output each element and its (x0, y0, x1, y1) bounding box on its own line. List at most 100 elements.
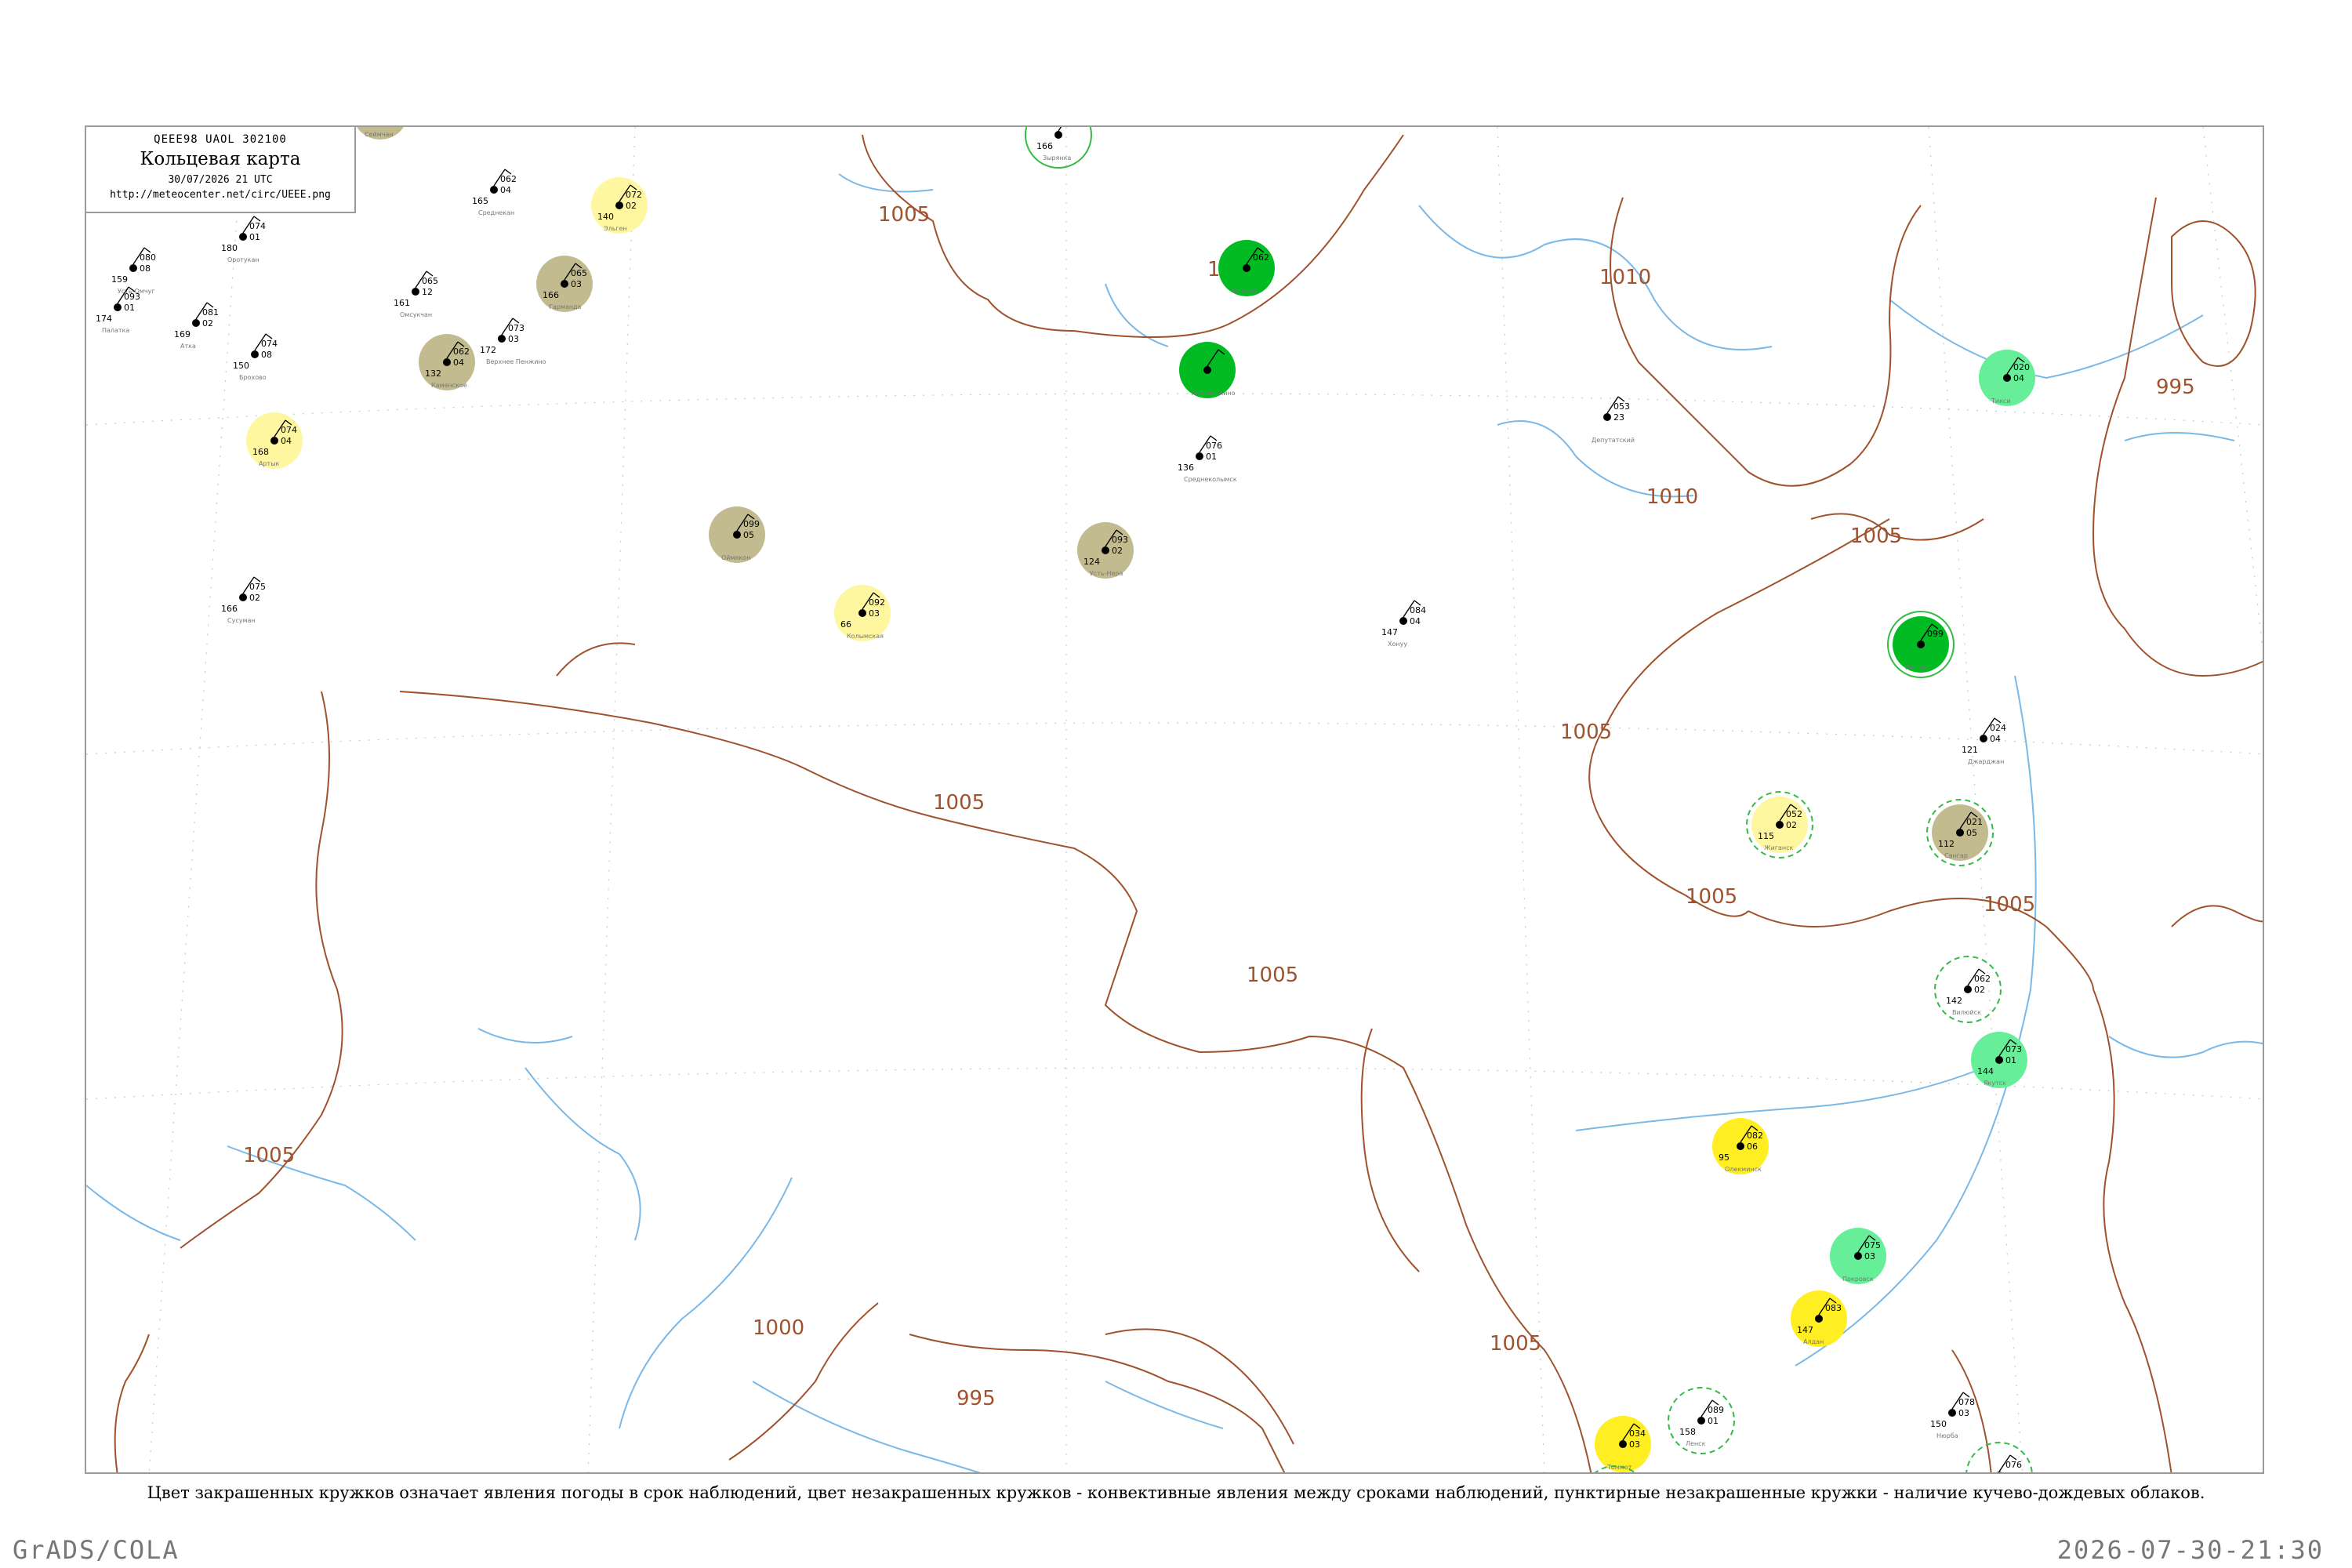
isobar-label: 1005 (1560, 720, 1612, 744)
pressure-tendency: 02 (249, 593, 260, 603)
station-plot[interactable]: 02105 112 Сангар (1926, 799, 1994, 866)
station-plot[interactable]: 09302 124 Усть-Нера (1077, 522, 1134, 579)
station-plot[interactable]: 07303 172 Верхнее Пенжино (480, 318, 546, 365)
station-plot[interactable]: 07408 150 Брохово (233, 333, 278, 381)
pressure-tendency: 04 (453, 358, 464, 368)
station-plot[interactable]: 09203 66 Колымская (834, 585, 891, 641)
station-plot[interactable]: 05202 115 Жиганск (1746, 791, 1813, 858)
station-plot[interactable]: 06512 161 Омсукчан (394, 270, 438, 318)
isobar-label: 1005 (1850, 524, 1902, 548)
pressure-tendency: 12 (422, 287, 433, 297)
pressure-tendency: 04 (1990, 734, 2001, 744)
station-name: Колымская (847, 633, 884, 640)
station-plot[interactable]: 08901 158 Ленск (1668, 1387, 1735, 1454)
station-plot[interactable]: 07502 166 Сусуман (221, 576, 266, 624)
pressure-value: 081 (202, 307, 219, 318)
station-plot[interactable]: 07401 180 Оротукан (221, 216, 266, 263)
pressure-tendency: 06 (1747, 1142, 1758, 1152)
cloud-cover-icon (1399, 617, 1407, 625)
pressure-tendency: 02 (1112, 546, 1123, 556)
pressure-value: 072 (626, 190, 642, 200)
isobar-label: 1005 (1247, 964, 1298, 987)
station-plot[interactable]: 08008159Усть-Омчуг (111, 247, 156, 295)
station-plot[interactable]: 07301 144 Якутск (1971, 1032, 2027, 1088)
cloud-cover-icon (1054, 131, 1062, 139)
station-plot[interactable]: 08102 169 Атка (174, 302, 219, 350)
station-plot[interactable]: 08404 147 Хонуу (1381, 600, 1426, 648)
station-plot[interactable]: Андрюшкино (1179, 342, 1236, 398)
graticule (86, 127, 2263, 1472)
pressure-value: 074 (261, 339, 278, 349)
pressure-value: 009 (1065, 127, 1081, 129)
station-name: Якутск (1984, 1080, 2006, 1087)
observation-time: 30/07/2026 21 UTC (168, 174, 273, 186)
station-name: Покровск (1842, 1276, 1874, 1283)
pressure-tendency: 05 (1966, 828, 1977, 838)
cloud-cover-icon (1203, 366, 1211, 374)
station-plot[interactable]: 083 147 Алдан (1791, 1290, 1847, 1347)
software-credit: GrADS/COLA (13, 1535, 180, 1565)
pressure-value: 084 (1410, 605, 1426, 615)
station-plot[interactable]: 02004 Тикси (1979, 350, 2035, 406)
station-plot[interactable]: 062 Черский (1218, 240, 1275, 296)
cloud-cover-icon (1196, 452, 1203, 460)
station-plot[interactable]: 06503 166 Гарманда (536, 256, 593, 312)
station-name: Депутатский (1592, 437, 1635, 444)
pressure-value: 073 (508, 323, 524, 333)
isobar-label: 1010 (1599, 266, 1651, 289)
cloud-cover-icon (1776, 821, 1784, 829)
pressure-value: 062 (453, 347, 470, 357)
station-name: Нюрба (1936, 1432, 1958, 1439)
visibility-value: 121 (1962, 745, 1978, 755)
pressure-tendency: 02 (1786, 820, 1797, 830)
station-plot[interactable]: 06202 142 Вилюйск (1934, 956, 2002, 1023)
cloud-cover-icon (129, 264, 137, 272)
pressure-value: 052 (1786, 809, 1802, 819)
isobar-label: 1000 (753, 1316, 804, 1340)
weather-map: 1005 1000 1010 995 1005 1010 1005 1005 1… (86, 127, 2263, 1472)
pressure-tendency: 01 (1206, 452, 1217, 462)
pressure-tendency: 01 (1708, 1416, 1719, 1426)
station-name: Хонуу (1388, 641, 1407, 648)
station-plot[interactable]: 099 Кюсюр (1887, 611, 1955, 678)
isobar-label: 1005 (243, 1144, 295, 1167)
pressure-value: 034 (1629, 1428, 1646, 1439)
visibility-value: 165 (472, 196, 488, 206)
station-plot[interactable]: 07803 150 Нюрба (1930, 1392, 1975, 1439)
station-plot[interactable]: 02404 121 Джарджан (1962, 717, 2006, 765)
station-plot[interactable]: 07503 Покровск (1830, 1228, 1886, 1284)
cloud-cover-icon (1697, 1417, 1705, 1425)
cloud-cover-icon (498, 335, 506, 343)
pressure-value: 089 (1708, 1405, 1724, 1415)
visibility-value: 136 (1178, 463, 1194, 473)
visibility-value: 115 (1758, 831, 1774, 841)
visibility-value: 169 (174, 329, 191, 339)
pressure-value: 099 (743, 519, 760, 529)
cloud-cover-icon (1815, 1315, 1823, 1323)
station-plot[interactable]: 05323 Депутатский (1592, 396, 1635, 444)
visibility-value: 112 (1938, 839, 1955, 849)
station-name: Джарджан (1968, 758, 2004, 765)
station-plot[interactable]: 07202 140 Эльген (591, 177, 648, 234)
pressure-value: 074 (249, 221, 266, 231)
pressure-value: 076 (2005, 1460, 2022, 1470)
cloud-cover-icon (615, 201, 623, 209)
station-plot[interactable]: 08206 95 Олекминск (1712, 1118, 1769, 1174)
station-plot[interactable]: 07601 136 Среднеколымск (1178, 435, 1237, 483)
station-layer: 05209Сеймчан 06204165Среднекан 07202140Эль… (96, 127, 2035, 1472)
station-name: Андрюшкино (1192, 390, 1236, 397)
station-plot[interactable]: 09905 Оймякон (709, 506, 765, 563)
station-plot[interactable]: 07404 168 Артык (246, 412, 303, 469)
pressure-tendency: 03 (1958, 1408, 1969, 1418)
station-plot[interactable]: 06204 132 Каменское (419, 334, 475, 390)
station-plot[interactable]: 05209Сеймчан (352, 127, 408, 140)
pressure-value: 075 (1864, 1240, 1881, 1250)
pressure-value: 053 (1613, 401, 1630, 412)
station-name: Оймякон (721, 554, 750, 561)
map-frame: 1005 1000 1010 995 1005 1010 1005 1005 1… (85, 125, 2264, 1474)
station-plot[interactable]: 06204 165 Среднекан (472, 169, 517, 216)
station-plot[interactable]: 009 166 Зырянка (1025, 127, 1092, 169)
pressure-tendency: 23 (1613, 412, 1624, 423)
station-plot[interactable]: 03403 Томмот (1595, 1416, 1651, 1472)
isobar-label: 1010 (1646, 485, 1698, 509)
